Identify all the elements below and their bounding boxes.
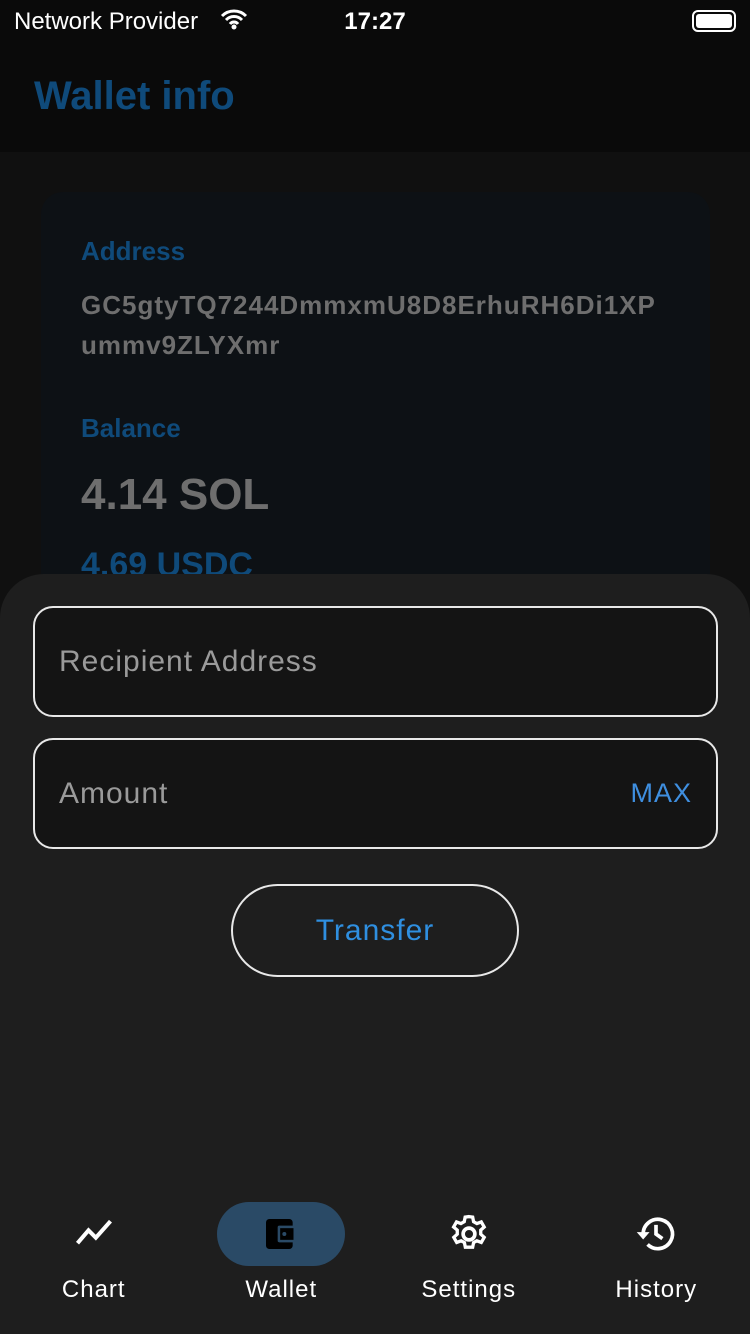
nav-item-history[interactable]: History bbox=[563, 1190, 750, 1334]
status-bar: Network Provider 17:27 bbox=[0, 0, 750, 44]
clock: 17:27 bbox=[344, 8, 406, 35]
wallet-card: Address GC5gtyTQ7244DmmxmU8D8ErhuRH6Di1X… bbox=[41, 192, 710, 612]
bottom-navigation: Chart Wallet Settings History bbox=[0, 1190, 750, 1334]
nav-label: Settings bbox=[421, 1276, 517, 1303]
wallet-address: GC5gtyTQ7244DmmxmU8D8ErhuRH6Di1XPummv9ZL… bbox=[81, 290, 656, 360]
sol-balance: 4.14 SOL bbox=[81, 470, 270, 519]
chart-icon bbox=[0, 1212, 188, 1256]
max-button[interactable]: MAX bbox=[630, 778, 692, 809]
nav-item-wallet[interactable]: Wallet bbox=[188, 1190, 376, 1334]
nav-label: Wallet bbox=[245, 1276, 318, 1303]
recipient-address-input[interactable]: Recipient Address bbox=[33, 606, 718, 717]
app-bar: Wallet info bbox=[0, 44, 750, 152]
nav-item-chart[interactable]: Chart bbox=[0, 1190, 188, 1334]
nav-item-settings[interactable]: Settings bbox=[375, 1190, 563, 1334]
balance-label: Balance bbox=[81, 413, 181, 443]
battery-icon bbox=[692, 10, 736, 32]
recipient-placeholder: Recipient Address bbox=[59, 644, 318, 678]
nav-label: History bbox=[615, 1276, 698, 1303]
gear-icon bbox=[375, 1212, 563, 1256]
transfer-button[interactable]: Transfer bbox=[231, 884, 519, 977]
page-title: Wallet info bbox=[34, 74, 235, 118]
nav-label: Chart bbox=[61, 1276, 126, 1303]
amount-placeholder: Amount bbox=[59, 776, 169, 810]
address-label: Address bbox=[81, 236, 186, 266]
wallet-icon bbox=[188, 1212, 376, 1256]
history-icon bbox=[563, 1212, 750, 1256]
amount-input[interactable]: Amount MAX bbox=[33, 738, 718, 849]
